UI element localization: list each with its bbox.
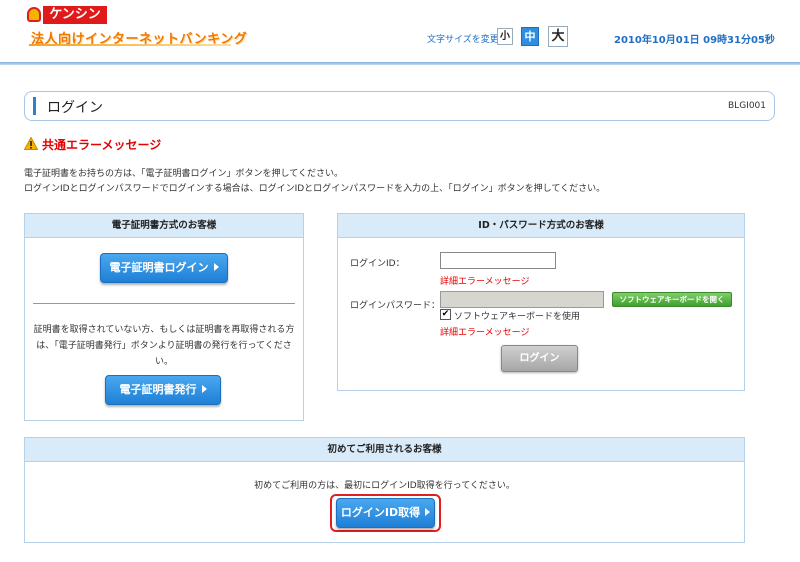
font-size-label: 文字サイズを変更 (427, 35, 499, 45)
obtain-login-id-button[interactable]: ログインID取得 (336, 498, 435, 528)
certificate-issue-label: 電子証明書発行 (119, 383, 197, 396)
certificate-note: 証明書を取得されていない方、もしくは証明書を再取得される方は、「電子証明書発行」… (33, 325, 295, 367)
login-password-error: 詳細エラーメッセージ (440, 328, 530, 338)
first-time-description: 初めてご利用の方は、最初にログインID取得を行ってください。 (254, 481, 515, 491)
login-button[interactable]: ログイン (501, 345, 578, 372)
page-title: ログイン (47, 100, 103, 116)
logo-text: ケンシン (43, 6, 107, 24)
id-password-panel: ID・パスワード方式のお客様 ログインID： 詳細エラーメッセージ ログインパス… (337, 213, 745, 391)
software-keyboard-checkbox-label: ソフトウェアキーボードを使用 (454, 312, 581, 322)
open-software-keyboard-button[interactable]: ソフトウェアキーボードを開く (612, 292, 732, 307)
id-password-panel-heading: ID・パスワード方式のお客様 (338, 214, 744, 238)
divider (33, 303, 295, 304)
service-underline (29, 44, 231, 46)
font-size-medium-button[interactable]: 中 (521, 27, 539, 46)
font-size-large-button[interactable]: 大 (548, 26, 568, 47)
login-password-label: ログインパスワード： (350, 301, 441, 311)
highlight-frame: ログインID取得 (330, 494, 441, 532)
arrow-right-icon (213, 263, 219, 271)
login-id-error: 詳細エラーメッセージ (440, 277, 530, 287)
first-time-panel-heading: 初めてご利用されるお客様 (25, 438, 744, 462)
font-size-small-button[interactable]: 小 (497, 28, 513, 45)
header: ケンシン 法人向けインターネットバンキング 文字サイズを変更 小 中 大 201… (0, 0, 800, 64)
arrow-right-icon (201, 385, 207, 393)
page-title-bar: ログイン BLGI001 (24, 91, 775, 121)
header-divider (0, 62, 800, 65)
screen-id: BLGI001 (728, 101, 766, 111)
certificate-panel: 電子証明書方式のお客様 電子証明書ログイン 証明書を取得されていない方、もしくは… (24, 213, 304, 421)
error-title: 共通エラーメッセージ (42, 138, 162, 152)
instruction-text-1: 電子証明書をお持ちの方は、「電子証明書ログイン」ボタンを押してください。 (24, 169, 343, 179)
warning-icon (24, 137, 38, 150)
logo-mark-icon (27, 7, 41, 22)
bank-logo: ケンシン (27, 6, 107, 24)
certificate-login-label: 電子証明書ログイン (109, 261, 209, 274)
obtain-login-id-label: ログインID取得 (340, 506, 421, 519)
current-datetime: 2010年10月01日 09時31分05秒 (614, 35, 775, 46)
instruction-text-2: ログインIDとログインパスワードでログインする場合は、ログインIDとログインパス… (24, 184, 606, 194)
first-time-panel: 初めてご利用されるお客様 初めてご利用の方は、最初にログインID取得を行ってくだ… (24, 437, 745, 543)
software-keyboard-checkbox[interactable]: ✔ (440, 309, 451, 320)
certificate-login-button[interactable]: 電子証明書ログイン (100, 253, 228, 283)
title-accent (33, 97, 36, 115)
certificate-issue-button[interactable]: 電子証明書発行 (105, 375, 221, 405)
certificate-panel-heading: 電子証明書方式のお客様 (25, 214, 303, 238)
login-id-label: ログインID： (350, 259, 405, 269)
arrow-right-icon (425, 508, 431, 516)
login-id-field[interactable] (440, 252, 556, 269)
login-password-field[interactable] (440, 291, 604, 308)
